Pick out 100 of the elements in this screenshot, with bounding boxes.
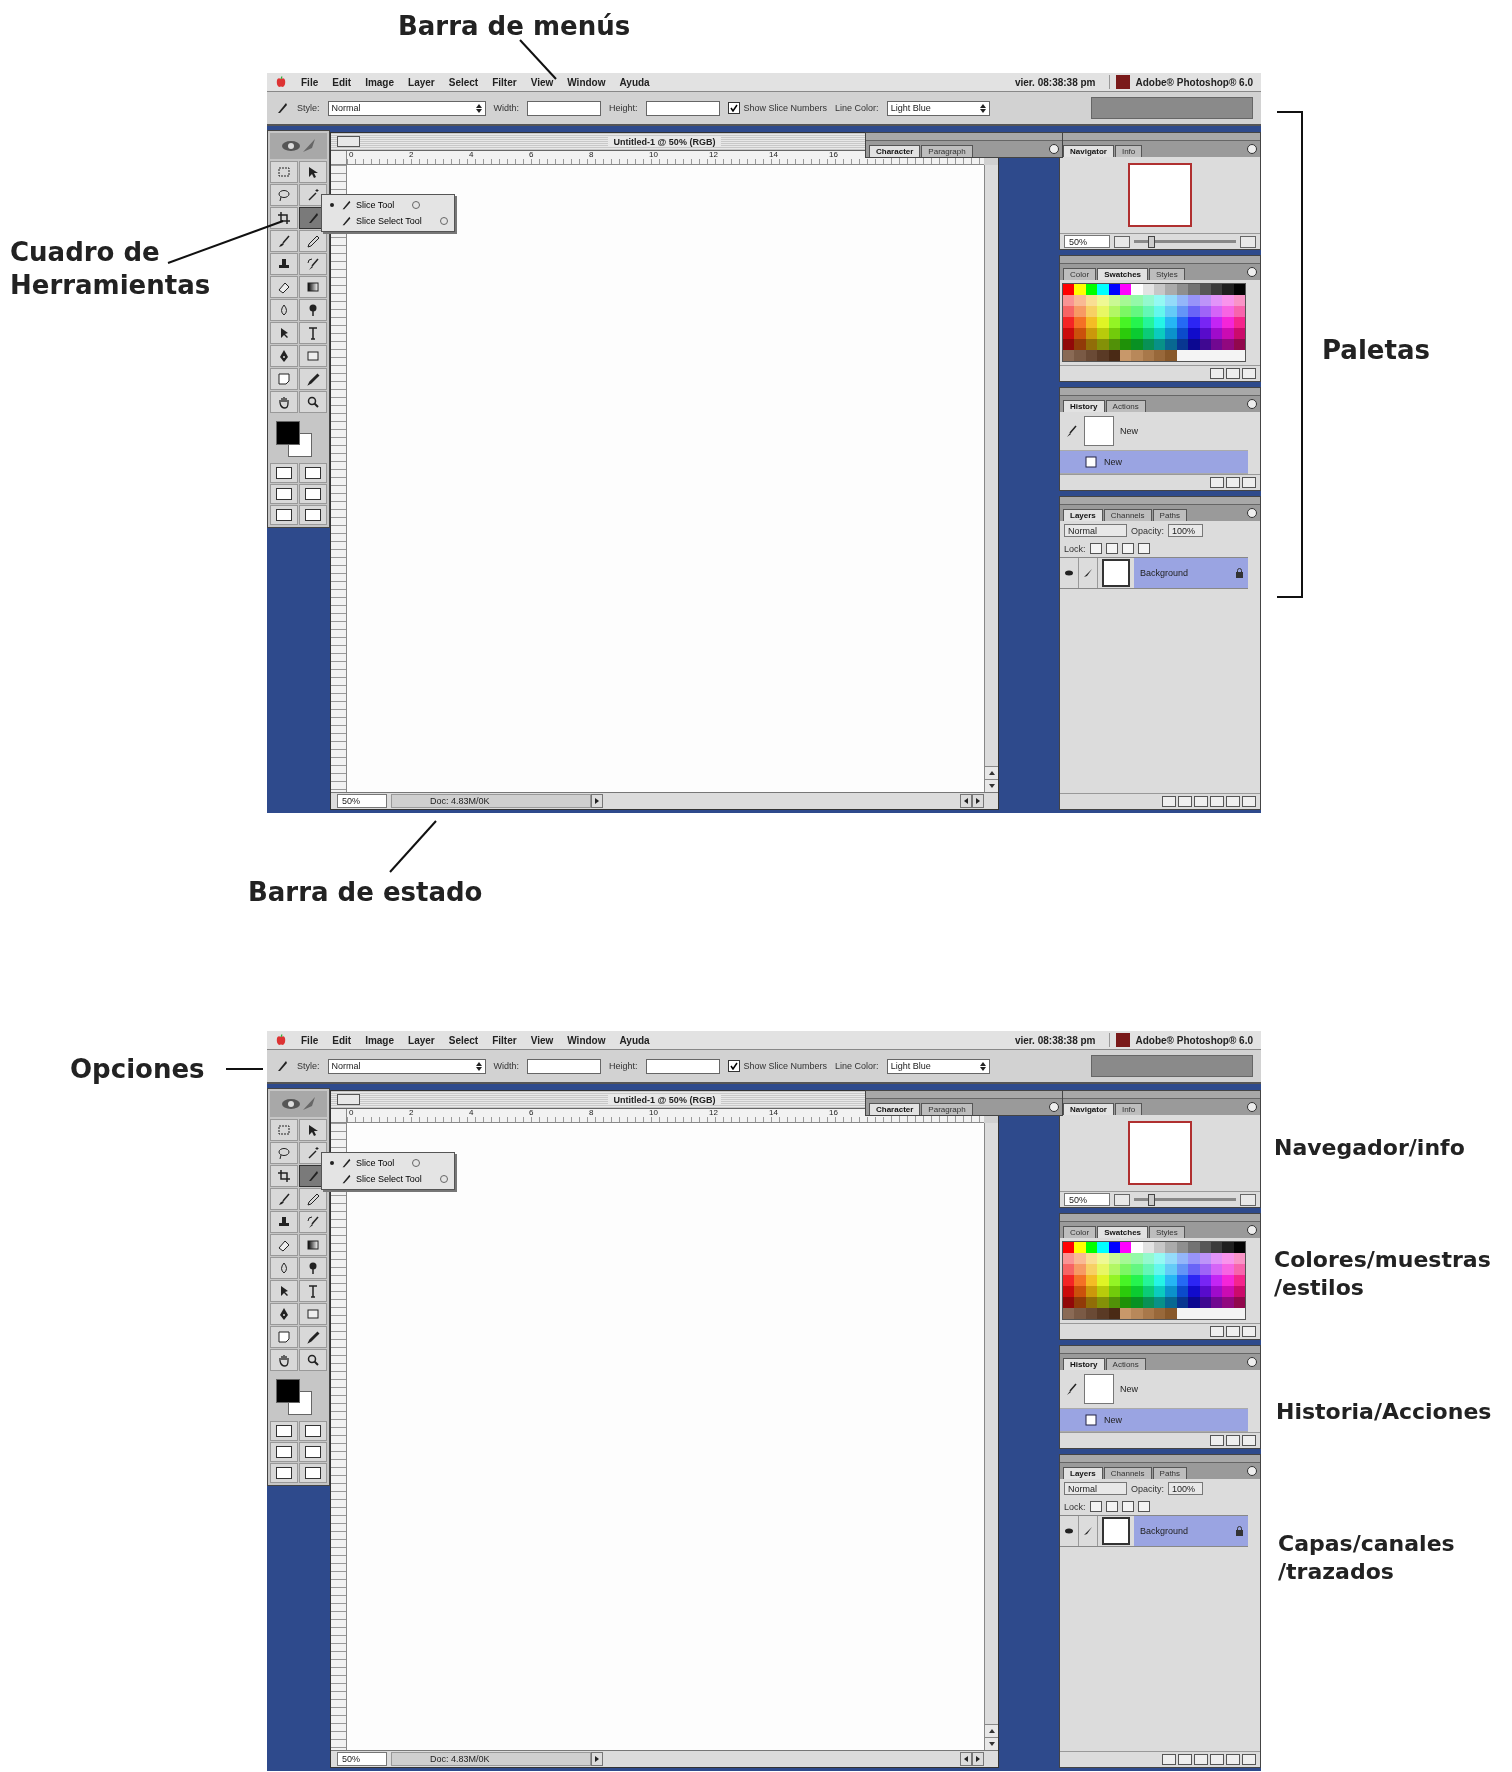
- tool-button[interactable]: [299, 1119, 327, 1141]
- tool-button[interactable]: [299, 1188, 327, 1210]
- palette-tab[interactable]: Color: [1063, 268, 1097, 280]
- zoom-field[interactable]: 50%: [337, 794, 387, 808]
- tool-button[interactable]: [270, 299, 298, 321]
- tool-button[interactable]: [270, 1257, 298, 1279]
- tool-button[interactable]: [299, 1280, 327, 1302]
- palette-tab[interactable]: History: [1063, 400, 1105, 412]
- mode-button[interactable]: [299, 505, 327, 525]
- menu-item[interactable]: Select: [448, 76, 479, 88]
- lock-checkbox[interactable]: [1105, 543, 1118, 554]
- palette-tab[interactable]: Swatches: [1097, 1226, 1149, 1238]
- height-field[interactable]: [645, 100, 720, 116]
- palette-button[interactable]: [1242, 1435, 1256, 1446]
- palette-menu-icon[interactable]: [1247, 1357, 1257, 1367]
- menu-item[interactable]: Edit: [332, 1034, 352, 1046]
- width-field[interactable]: [527, 1058, 602, 1074]
- palette-menu-icon[interactable]: [1247, 1102, 1257, 1112]
- palette-button[interactable]: [1242, 796, 1256, 807]
- menu-item[interactable]: Layer: [408, 76, 435, 88]
- lock-checkbox[interactable]: [1137, 543, 1150, 554]
- lock-checkbox[interactable]: [1105, 1501, 1118, 1512]
- history-state[interactable]: New: [1060, 1409, 1248, 1432]
- checkbox[interactable]: [727, 102, 740, 114]
- palette-button[interactable]: [1226, 1326, 1240, 1337]
- palette-tab[interactable]: Paths: [1152, 1467, 1188, 1479]
- menu-item[interactable]: Layer: [408, 1034, 435, 1046]
- menu-item[interactable]: Filter: [492, 1034, 517, 1046]
- palette-tab[interactable]: Paragraph: [921, 145, 973, 157]
- eye-icon[interactable]: [1064, 1526, 1074, 1536]
- palette-menu-icon[interactable]: [1247, 399, 1257, 409]
- mode-button[interactable]: [299, 1421, 327, 1441]
- palette-button[interactable]: [1242, 368, 1256, 379]
- lock-checkbox[interactable]: [1089, 1501, 1102, 1512]
- swatch-grid[interactable]: [1062, 1241, 1246, 1320]
- menu-item[interactable]: View: [530, 76, 554, 88]
- tool-button[interactable]: [299, 1211, 327, 1233]
- palette-button[interactable]: [1242, 1754, 1256, 1765]
- palette-button[interactable]: [1226, 1754, 1240, 1765]
- menu-item[interactable]: File: [301, 76, 319, 88]
- color-swatches-icon[interactable]: [276, 421, 312, 457]
- palette-tab[interactable]: History: [1063, 1358, 1105, 1370]
- tool-button[interactable]: [270, 230, 298, 252]
- palette-tab[interactable]: Color: [1063, 1226, 1097, 1238]
- blend-mode-dropdown[interactable]: Normal: [1064, 524, 1127, 537]
- tool-button[interactable]: [270, 391, 298, 413]
- height-field[interactable]: [645, 1058, 720, 1074]
- menu-item[interactable]: Window: [567, 1034, 606, 1046]
- mode-button[interactable]: [270, 1442, 298, 1462]
- tool-button[interactable]: [270, 1165, 298, 1187]
- tool-button[interactable]: [299, 253, 327, 275]
- palette-button[interactable]: [1162, 796, 1176, 807]
- palette-button[interactable]: [1210, 1435, 1224, 1446]
- palette-menu-icon[interactable]: [1247, 267, 1257, 277]
- layer-name[interactable]: Background: [1134, 1516, 1248, 1546]
- mode-button[interactable]: [270, 1463, 298, 1483]
- menu-item[interactable]: View: [530, 1034, 554, 1046]
- tool-button[interactable]: [270, 207, 298, 229]
- menu-item[interactable]: Edit: [332, 76, 352, 88]
- palette-button[interactable]: [1178, 1754, 1192, 1765]
- palette-button[interactable]: [1210, 796, 1224, 807]
- palette-tab[interactable]: Actions: [1105, 1358, 1146, 1370]
- tool-button[interactable]: [299, 230, 327, 252]
- palette-menu-icon[interactable]: [1247, 1466, 1257, 1476]
- palette-menu-icon[interactable]: [1247, 144, 1257, 154]
- navigator-preview[interactable]: [1128, 163, 1192, 227]
- menu-item[interactable]: Filter: [492, 76, 517, 88]
- color-swatches-icon[interactable]: [276, 1379, 312, 1415]
- mode-button[interactable]: [270, 484, 298, 504]
- tool-button[interactable]: [270, 184, 298, 206]
- palette-tab[interactable]: Navigator: [1063, 1103, 1114, 1115]
- palette-button[interactable]: [1210, 368, 1224, 379]
- palette-tab[interactable]: Navigator: [1063, 145, 1114, 157]
- line-color-dropdown[interactable]: Light Blue: [886, 1058, 990, 1074]
- palette-tab[interactable]: Paths: [1152, 509, 1188, 521]
- tool-button[interactable]: [299, 1257, 327, 1279]
- menu-item[interactable]: Image: [365, 1034, 395, 1046]
- tool-button[interactable]: [270, 1188, 298, 1210]
- palette-button[interactable]: [1194, 796, 1208, 807]
- eye-icon[interactable]: [1064, 568, 1074, 578]
- flyout-item[interactable]: Slice Select Tool: [322, 1171, 454, 1187]
- palette-tab[interactable]: Swatches: [1097, 268, 1149, 280]
- style-dropdown[interactable]: Normal: [327, 1058, 486, 1074]
- palette-menu-icon[interactable]: [1247, 1225, 1257, 1235]
- app-name[interactable]: Adobe® Photoshop® 6.0: [1135, 1034, 1253, 1046]
- palette-menu-icon[interactable]: [1049, 144, 1059, 154]
- palette-menu-icon[interactable]: [1247, 508, 1257, 518]
- mode-button[interactable]: [270, 463, 298, 483]
- palette-button[interactable]: [1226, 477, 1240, 488]
- history-state[interactable]: New: [1060, 451, 1248, 474]
- line-color-dropdown[interactable]: Light Blue: [886, 100, 990, 116]
- palette-button[interactable]: [1162, 1754, 1176, 1765]
- slider-thumb[interactable]: [1148, 1193, 1156, 1206]
- zoom-field[interactable]: 50%: [337, 1752, 387, 1766]
- palette-tab[interactable]: Channels: [1103, 1467, 1152, 1479]
- flyout-item[interactable]: Slice Tool: [322, 197, 454, 213]
- mode-button[interactable]: [299, 1463, 327, 1483]
- lock-checkbox[interactable]: [1121, 543, 1134, 554]
- mode-button[interactable]: [299, 484, 327, 504]
- tool-button[interactable]: [299, 1234, 327, 1256]
